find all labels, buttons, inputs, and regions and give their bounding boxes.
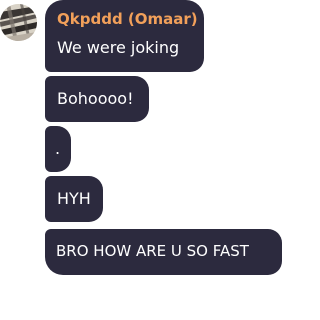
message-text: We were joking xyxy=(57,38,180,57)
message-text: Bohoooo! xyxy=(57,89,134,108)
message-bubble[interactable]: . xyxy=(45,126,71,172)
message-bubble[interactable]: BRO HOW ARE U SO FAST xyxy=(45,229,282,275)
message-text: HYH xyxy=(57,189,91,208)
message-bubble[interactable]: HYH xyxy=(45,176,103,222)
user-avatar-icon[interactable] xyxy=(0,4,37,41)
message-bubble[interactable]: Bohoooo! xyxy=(45,76,149,122)
message-text: . xyxy=(55,139,61,158)
sender-name[interactable]: Qkpddd (Omaar) xyxy=(57,10,198,28)
message-text: BRO HOW ARE U SO FAST xyxy=(56,242,249,260)
chat-thread: Qkpddd (Omaar) We were joking Bohoooo! .… xyxy=(0,0,282,320)
avatar-image xyxy=(0,4,37,41)
message-bubble[interactable]: Qkpddd (Omaar) We were joking xyxy=(45,0,204,72)
